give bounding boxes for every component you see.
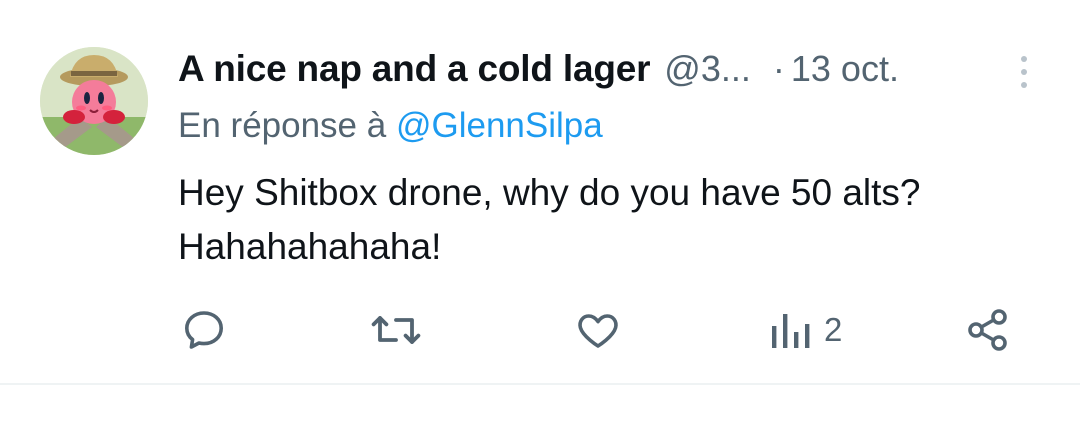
avatar[interactable] bbox=[40, 47, 148, 155]
tweet-text-line: Hahahahahaha! bbox=[178, 226, 442, 267]
retweet-button[interactable] bbox=[370, 306, 422, 354]
views-button[interactable]: 2 bbox=[768, 306, 842, 354]
tweet-date[interactable]: 13 oct. bbox=[791, 48, 899, 90]
tweet-text-line: Hey Shitbox drone, why do you have 50 al… bbox=[178, 172, 921, 213]
heart-icon bbox=[578, 314, 618, 348]
retweet-icon bbox=[371, 316, 421, 344]
bar-chart-icon bbox=[772, 314, 810, 348]
divider bbox=[0, 383, 1080, 385]
reply-button[interactable] bbox=[180, 306, 228, 354]
share-icon bbox=[968, 309, 1007, 351]
tweet-text: Hey Shitbox drone, why do you have 50 al… bbox=[178, 166, 1038, 274]
author-handle[interactable]: @3... bbox=[664, 48, 751, 90]
reply-prefix: En réponse à bbox=[178, 106, 387, 145]
tweet-header: A nice nap and a cold lager @3... · 13 o… bbox=[178, 44, 1038, 94]
comment-bubble-icon bbox=[185, 311, 223, 349]
more-dot bbox=[1021, 82, 1027, 88]
views-count: 2 bbox=[824, 311, 843, 348]
share-button[interactable] bbox=[964, 306, 1012, 354]
kirby-avatar-image bbox=[40, 47, 148, 155]
separator-dot: · bbox=[772, 48, 785, 89]
reply-mention-link[interactable]: @GlennSilpa bbox=[396, 106, 603, 145]
more-options-icon[interactable] bbox=[1009, 52, 1039, 92]
more-dot bbox=[1021, 69, 1027, 75]
action-bar: 2 bbox=[178, 300, 1038, 360]
tweet-card[interactable]: A nice nap and a cold lager @3... · 13 o… bbox=[0, 0, 1080, 384]
reply-context: En réponse à @GlennSilpa bbox=[178, 106, 603, 146]
like-button[interactable] bbox=[574, 306, 622, 354]
author-name[interactable]: A nice nap and a cold lager bbox=[178, 48, 650, 90]
more-dot bbox=[1021, 56, 1027, 62]
